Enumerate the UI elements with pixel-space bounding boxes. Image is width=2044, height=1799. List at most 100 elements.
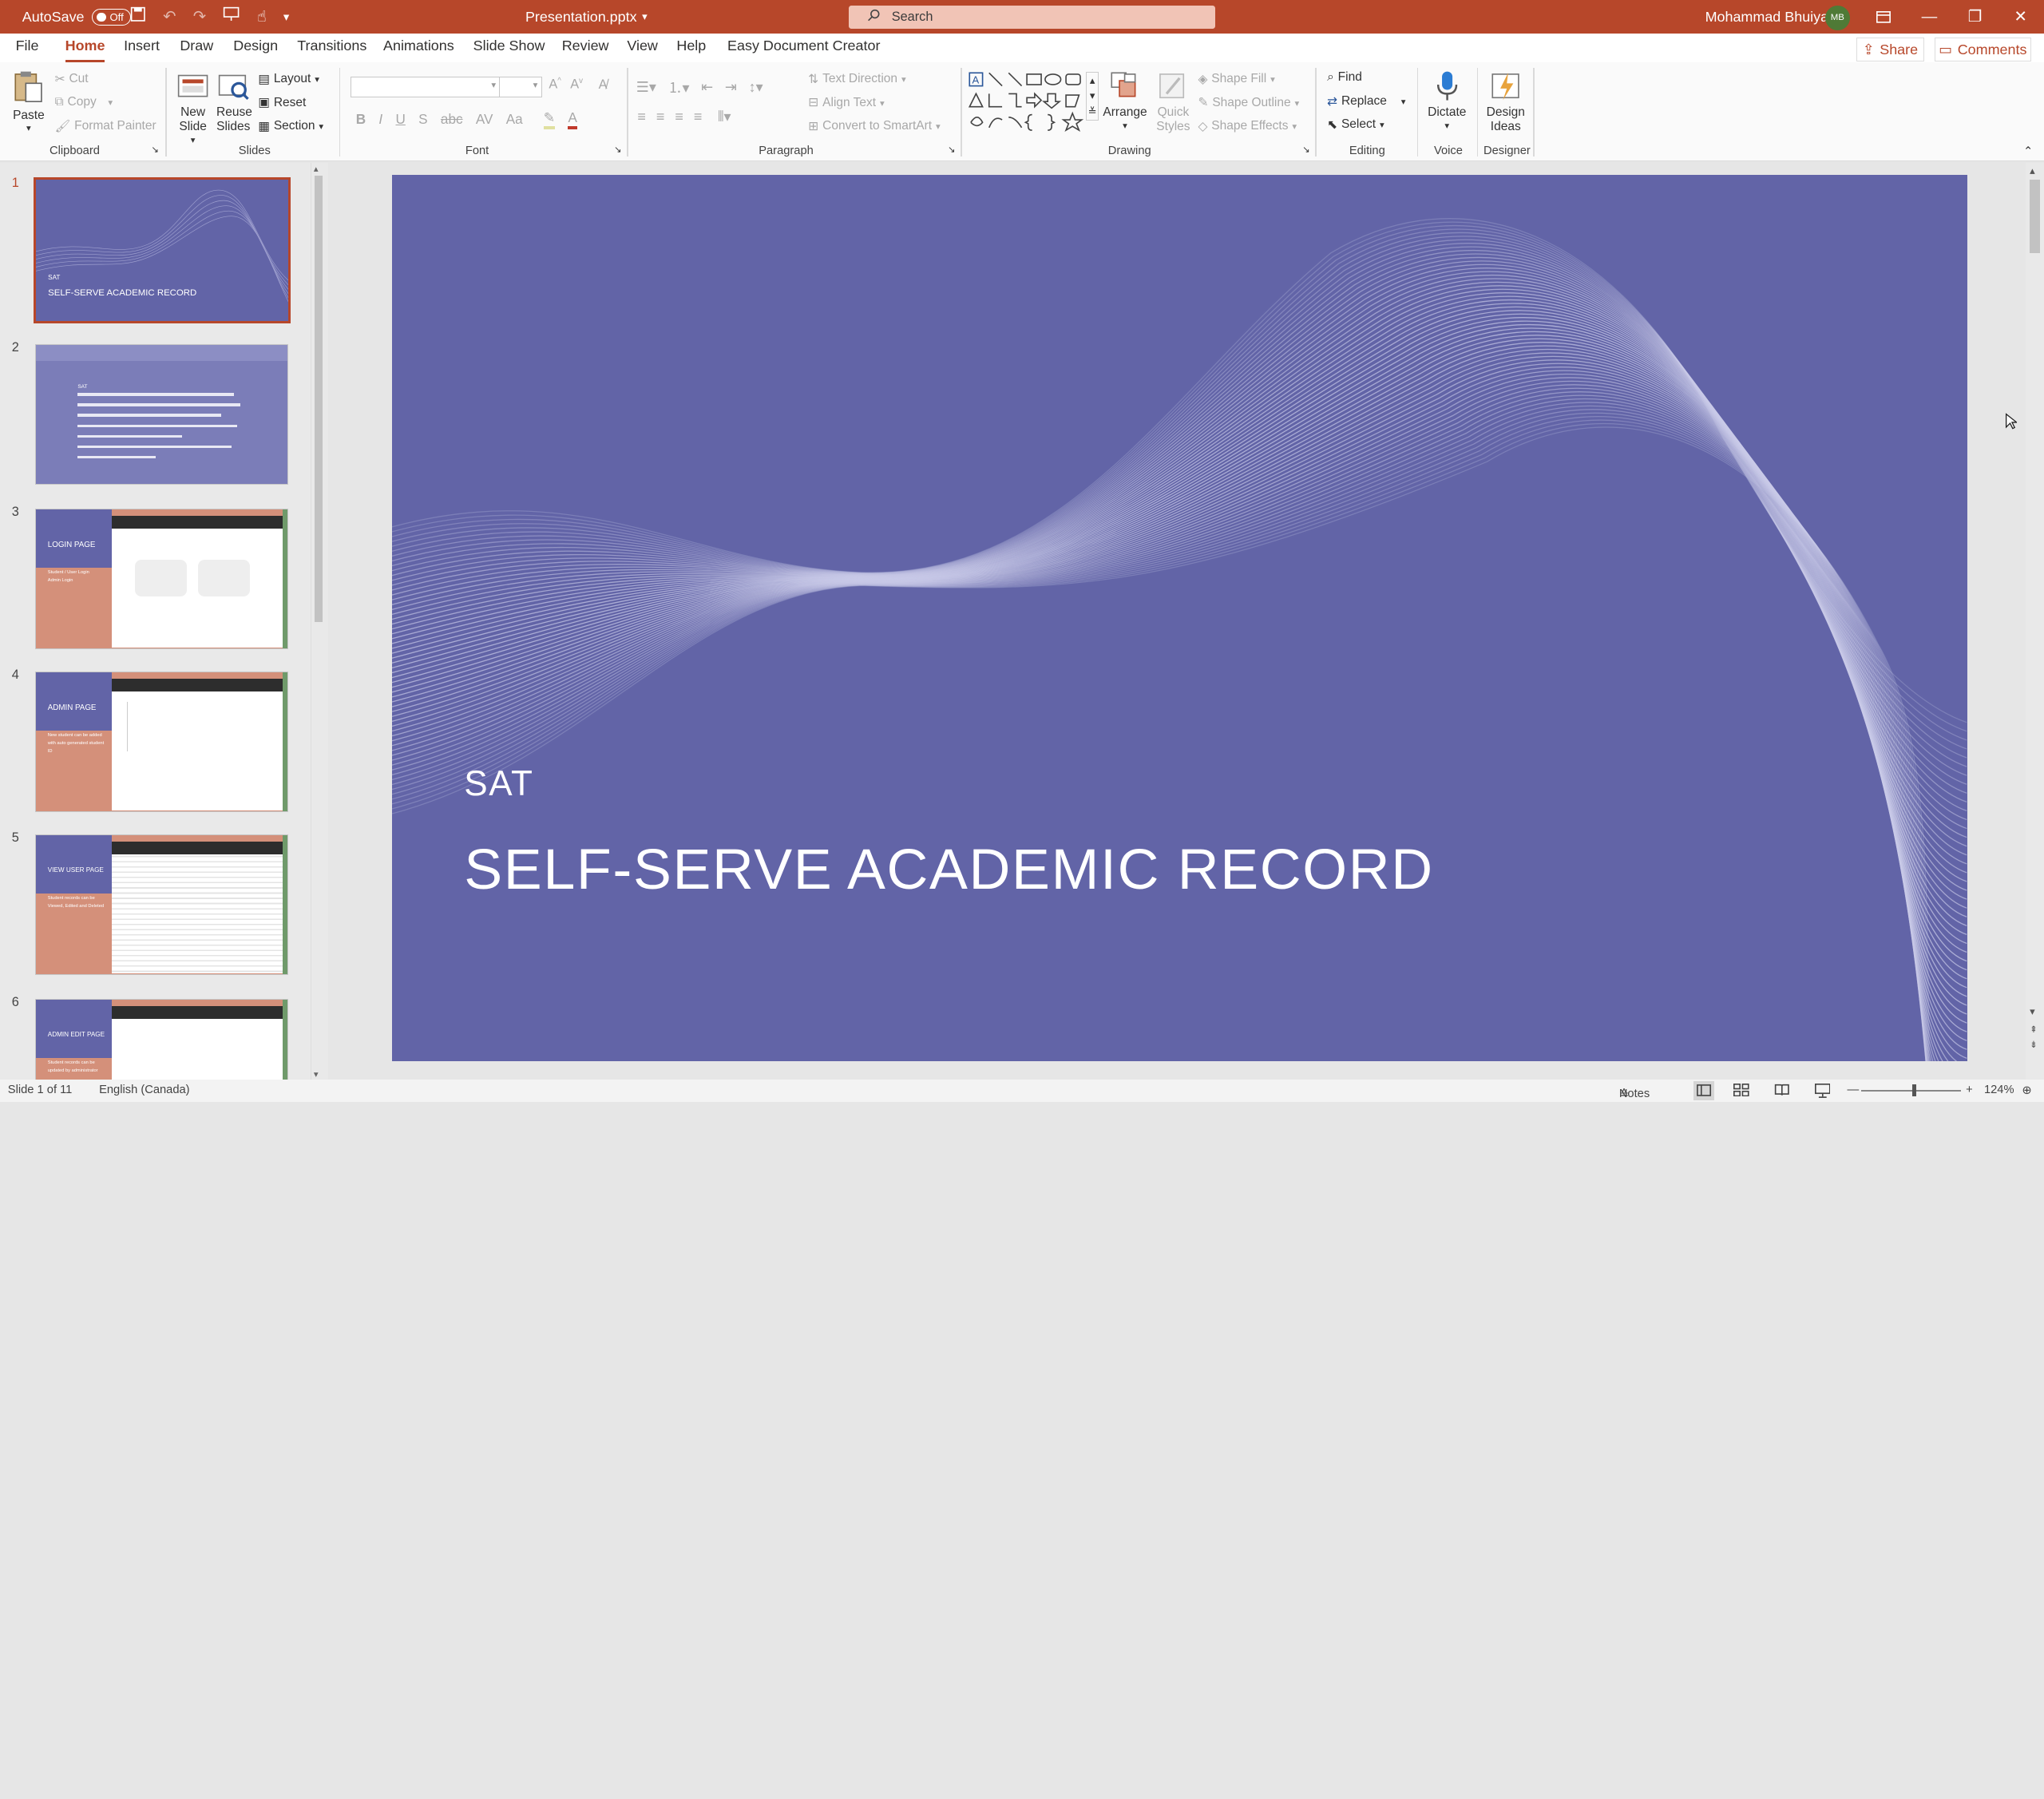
tab-animations[interactable]: Animations	[383, 38, 454, 54]
reuse-slides-button[interactable]: Reuse Slides	[216, 70, 252, 134]
customize-toolbar-icon[interactable]: ▾	[283, 10, 289, 24]
undo-icon[interactable]: ↶	[163, 7, 176, 26]
previous-slide-icon[interactable]: ⇞	[2030, 1024, 2038, 1035]
line-spacing-icon[interactable]: ↕▾	[749, 79, 763, 96]
design-ideas-button[interactable]: Design Ideas	[1482, 70, 1529, 134]
cut-button[interactable]: ✂ Cut	[55, 72, 89, 87]
dialog-launcher-icon[interactable]: ↘	[614, 144, 622, 155]
zoom-out-icon[interactable]: —	[1848, 1084, 1860, 1096]
thumbnail-slide-3[interactable]: LOGIN PAGE Student / User Login Admin Lo…	[35, 508, 288, 650]
align-right-icon[interactable]: ≡	[675, 109, 683, 125]
dialog-launcher-icon[interactable]: ↘	[151, 144, 159, 155]
italic-icon[interactable]: I	[378, 111, 382, 128]
tab-review[interactable]: Review	[562, 38, 609, 54]
font-size-dropdown[interactable]: ▾	[499, 77, 543, 98]
bullets-icon[interactable]: ☰▾	[636, 79, 656, 96]
select-button[interactable]: ⬉ Select ▾	[1327, 117, 1384, 133]
dictate-button[interactable]: Dictate ▾	[1425, 70, 1470, 134]
highlight-icon[interactable]: ✎	[543, 109, 556, 130]
align-left-icon[interactable]: ≡	[637, 109, 645, 125]
bold-icon[interactable]: B	[356, 111, 366, 128]
tab-help[interactable]: Help	[676, 38, 706, 54]
decrease-font-size-icon[interactable]: Av	[570, 77, 583, 92]
thumbnail-slide-1[interactable]: SAT SELF-SERVE ACADEMIC RECORD	[34, 177, 291, 323]
convert-smartart-button[interactable]: ⊞ Convert to SmartArt ▾	[808, 119, 940, 134]
text-direction-button[interactable]: ⇅ Text Direction ▾	[808, 72, 905, 87]
tab-slide-show[interactable]: Slide Show	[473, 38, 545, 54]
thumbnail-scrollbar[interactable]: ▴ ▾	[310, 163, 327, 1080]
justify-icon[interactable]: ≡	[694, 109, 702, 125]
comments-button[interactable]: ▭ Comments	[1934, 38, 2031, 61]
avatar[interactable]: MB	[1824, 5, 1850, 30]
tab-insert[interactable]: Insert	[124, 38, 160, 54]
font-name-dropdown[interactable]: ▾	[351, 77, 501, 98]
font-color-icon[interactable]: A	[568, 109, 577, 130]
slide-show-icon[interactable]	[1814, 1083, 1831, 1101]
shape-outline-button[interactable]: ✎ Shape Outline ▾	[1198, 95, 1299, 110]
autosave-toggle[interactable]: Off	[92, 8, 132, 26]
minimize-icon[interactable]: —	[1907, 0, 1952, 34]
scrollbar-thumb[interactable]	[2030, 180, 2041, 253]
reset-button[interactable]: ▣ Reset	[258, 95, 306, 110]
numbering-icon[interactable]: ⒈▾	[668, 77, 690, 97]
chevron-up-icon[interactable]: ▴	[2030, 164, 2035, 177]
slide-subtitle[interactable]: SAT	[464, 764, 533, 804]
change-case-icon[interactable]: Aa	[506, 111, 523, 128]
tab-design[interactable]: Design	[233, 38, 278, 54]
zoom-level[interactable]: 124%	[1984, 1084, 2014, 1096]
current-slide[interactable]: SAT SELF-SERVE ACADEMIC RECORD	[392, 174, 1967, 1062]
thumbnail-slide-4[interactable]: ADMIN PAGE New student can be added with…	[35, 671, 288, 813]
tab-transitions[interactable]: Transitions	[297, 38, 366, 54]
zoom-slider-thumb[interactable]	[1912, 1084, 1917, 1097]
chevron-up-icon[interactable]: ▴	[314, 163, 319, 174]
tab-view[interactable]: View	[627, 38, 658, 54]
restore-icon[interactable]: ❐	[1953, 0, 1998, 34]
decrease-indent-icon[interactable]: ⇤	[701, 79, 713, 96]
increase-indent-icon[interactable]: ⇥	[725, 79, 737, 96]
layout-button[interactable]: ▤ Layout ▾	[258, 72, 319, 87]
columns-icon[interactable]: ⫴▾	[718, 109, 731, 125]
shape-effects-button[interactable]: ◇ Shape Effects ▾	[1198, 119, 1297, 134]
tab-file[interactable]: File	[16, 38, 39, 54]
language-indicator[interactable]: English (Canada)	[99, 1084, 189, 1096]
autosave[interactable]: AutoSave Off	[22, 0, 132, 34]
thumbnail-slide-2[interactable]: SAT	[35, 344, 288, 485]
chevron-down-icon[interactable]: ▾	[2030, 1005, 2035, 1018]
increase-font-size-icon[interactable]: A^	[549, 77, 561, 92]
slide-scrollbar[interactable]: ▴ ▾ ⇞ ⇟	[2026, 163, 2044, 1080]
find-button[interactable]: ⌕ Find	[1327, 70, 1362, 85]
ribbon-display-options-icon[interactable]	[1861, 0, 1906, 34]
dialog-launcher-icon[interactable]: ↘	[1302, 144, 1310, 155]
align-text-button[interactable]: ⊟ Align Text ▾	[808, 95, 884, 110]
format-painter-button[interactable]: 🖌 Format Painter	[55, 119, 156, 134]
chevron-down-icon[interactable]: ▾	[314, 1068, 319, 1080]
normal-view-icon[interactable]	[1693, 1080, 1714, 1100]
section-button[interactable]: ▦ Section ▾	[258, 119, 323, 134]
arrange-button[interactable]: Arrange ▾	[1103, 70, 1147, 134]
touch-mode-icon[interactable]: ☝	[257, 7, 267, 26]
tab-easy-document-creator[interactable]: Easy Document Creator	[727, 38, 880, 54]
zoom-in-icon[interactable]: +	[1966, 1084, 1973, 1096]
paste-button[interactable]: Paste ▾	[10, 70, 47, 137]
shapes-scroll[interactable]: ▴ ▾ ≚	[1086, 71, 1099, 121]
close-icon[interactable]: ✕	[1998, 0, 2043, 34]
strikethrough-icon[interactable]: abc	[441, 111, 463, 128]
scrollbar-thumb[interactable]	[315, 176, 323, 622]
reading-view-icon[interactable]	[1774, 1084, 1790, 1100]
tab-draw[interactable]: Draw	[180, 38, 213, 54]
document-title[interactable]: Presentation.pptx ▾	[525, 0, 648, 34]
new-slide-button[interactable]: New Slide ▾	[173, 70, 212, 149]
shapes-gallery[interactable]: A	[967, 70, 1100, 136]
copy-button[interactable]: ⧉ Copy ▾	[55, 95, 113, 109]
thumbnail-slide-6[interactable]: ADMIN EDIT PAGE Student records can be u…	[35, 998, 288, 1080]
fit-to-window-icon[interactable]: ⊕	[2022, 1084, 2031, 1097]
user-name[interactable]: Mohammad Bhuiyan	[1705, 0, 1837, 34]
quick-styles-button[interactable]: Quick Styles	[1152, 70, 1191, 134]
thumbnail-slide-5[interactable]: VIEW USER PAGE Student records can be Vi…	[35, 834, 288, 976]
shape-fill-button[interactable]: ◈ Shape Fill ▾	[1198, 72, 1274, 87]
zoom-slider[interactable]	[1861, 1089, 1961, 1092]
tab-home[interactable]: Home	[65, 38, 105, 62]
present-icon[interactable]	[223, 6, 240, 27]
dialog-launcher-icon[interactable]: ↘	[948, 144, 956, 155]
shadow-icon[interactable]: S	[418, 111, 427, 128]
